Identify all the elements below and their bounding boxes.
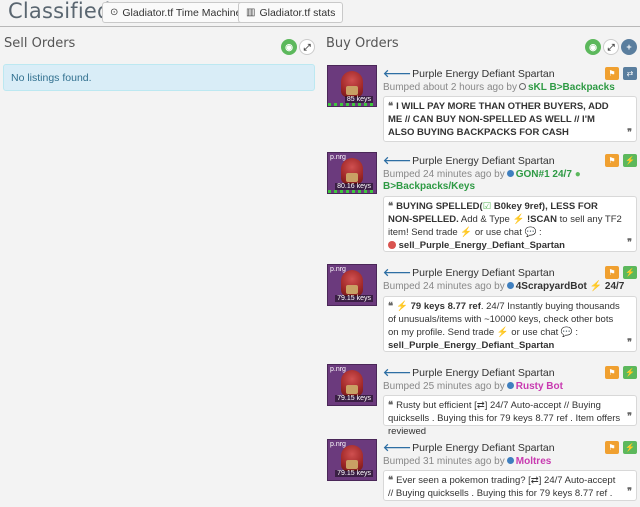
item-price: 79.15 keys (335, 470, 373, 477)
bump-info: Bumped 24 minutes ago by 4ScrapyardBot ⚡ … (383, 281, 625, 292)
eye-icon[interactable]: ◉ (281, 39, 297, 55)
listing-comment: ❝ ⚡ 79 keys 8.77 ref. 24/7 Instantly buyi… (383, 296, 637, 352)
buy-orders-title: Buy Orders (326, 36, 399, 51)
report-flag-icon[interactable]: ⚑ (605, 441, 619, 454)
spell-indicator (328, 190, 376, 193)
arrow-left-icon: 🡐 (383, 155, 412, 167)
status-icon (506, 457, 514, 464)
listing-comment: ❝ Rusty but efficient [⇄] 24/7 Auto-accep… (383, 395, 637, 437)
sell-orders-title: Sell Orders (4, 36, 76, 51)
stats-label: Gladiator.tf stats (259, 6, 336, 19)
status-icon (518, 83, 526, 90)
spartan-helmet-image (341, 158, 363, 184)
item-price: 79.15 keys (335, 295, 373, 302)
listing-item: p.nrg 79.15 keys 🡐Purple Energy Defiant … (327, 364, 637, 437)
item-price: 85 keys (344, 96, 373, 103)
listing-item: 85 keys 🡐Purple Energy Defiant Spartan B… (327, 65, 637, 145)
listing-comment: ❝ Ever seen a pokemon trading? [⇄] 24/7 A… (383, 470, 637, 501)
user-link[interactable]: 4ScrapyardBot (516, 281, 587, 292)
time-machine-label: Gladiator.tf Time Machine (122, 6, 242, 19)
item-thumbnail[interactable]: p.nrg 79.15 keys (327, 364, 377, 406)
bump-info: Bumped about 2 hours ago by sKL B>Backpac… (383, 82, 615, 93)
header-bar: Classifieds ⊙ Gladiator.tf Time Machine … (0, 0, 640, 27)
listing-item: p.nrg 80.16 keys 🡐Purple Energy Defiant … (327, 152, 637, 256)
report-flag-icon[interactable]: ⚑ (605, 366, 619, 379)
arrow-left-icon: 🡐 (383, 267, 412, 279)
item-thumbnail[interactable]: p.nrg 80.16 keys (327, 152, 377, 194)
lightning-icon[interactable]: ⚡ (623, 154, 637, 167)
spartan-helmet-image (341, 370, 363, 396)
stats-button[interactable]: ▥ Gladiator.tf stats (238, 2, 344, 23)
globe-icon: ● (574, 169, 581, 180)
listing-item: p.nrg 79.15 keys 🡐Purple Energy Defiant … (327, 439, 637, 505)
listing-comment: ❝ BUYING SPELLED(☑ B0key 9ref), LESS FOR … (383, 196, 637, 252)
bump-info: Bumped 25 minutes ago by Rusty Bot (383, 381, 563, 392)
item-price: 80.16 keys (335, 183, 373, 190)
red-dot-icon (388, 241, 396, 249)
user-link-line2[interactable]: B>Backpacks/Keys (383, 181, 475, 192)
listing-comment: ❝ I WILL PAY MORE THAN OTHER BUYERS, ADD … (383, 96, 637, 142)
spartan-helmet-image (341, 71, 363, 97)
item-thumbnail[interactable]: p.nrg 79.15 keys (327, 264, 377, 306)
item-name[interactable]: 🡐Purple Energy Defiant Spartan (383, 441, 555, 454)
item-name[interactable]: 🡐Purple Energy Defiant Spartan (383, 366, 555, 379)
item-thumbnail[interactable]: p.nrg 79.15 keys (327, 439, 377, 481)
user-link[interactable]: GON#1 24/7 (516, 169, 572, 180)
plus-icon[interactable]: + (621, 39, 637, 55)
item-thumbnail[interactable]: 85 keys (327, 65, 377, 107)
user-link[interactable]: Rusty Bot (516, 381, 563, 392)
report-flag-icon[interactable]: ⚑ (605, 154, 619, 167)
spartan-helmet-image (341, 270, 363, 296)
spartan-helmet-image (341, 445, 363, 471)
user-link[interactable]: sKL B>Backpacks (528, 82, 615, 93)
report-flag-icon[interactable]: ⚑ (605, 67, 619, 80)
time-machine-button[interactable]: ⊙ Gladiator.tf Time Machine (102, 2, 250, 23)
clock-icon: ⊙ (110, 7, 119, 18)
bar-chart-icon: ▥ (246, 7, 256, 18)
spell-indicator (328, 103, 376, 106)
expand-icon[interactable]: ⤢ (299, 39, 315, 55)
status-icon (506, 382, 514, 389)
lightning-icon[interactable]: ⚡ (623, 441, 637, 454)
user-link[interactable]: Moltres (516, 456, 552, 467)
item-name[interactable]: 🡐Purple Energy Defiant Spartan (383, 266, 555, 279)
lightning-icon[interactable]: ⚡ (623, 266, 637, 279)
item-price: 79.15 keys (335, 395, 373, 402)
expand-icon[interactable]: ⤢ (603, 39, 619, 55)
lightning-icon[interactable]: ⚡ (623, 366, 637, 379)
eye-icon[interactable]: ◉ (585, 39, 601, 55)
report-flag-icon[interactable]: ⚑ (605, 266, 619, 279)
item-name[interactable]: 🡐Purple Energy Defiant Spartan (383, 67, 555, 80)
bump-info: Bumped 24 minutes ago by GON#1 24/7 ● (383, 169, 581, 180)
status-icon (506, 282, 514, 289)
arrow-left-icon: 🡐 (383, 442, 412, 454)
no-listings-message: No listings found. (3, 64, 315, 91)
trade-swap-icon[interactable]: ⇄ (623, 67, 637, 80)
status-icon (506, 170, 514, 177)
arrow-left-icon: 🡐 (383, 68, 412, 80)
bump-info: Bumped 31 minutes ago by Moltres (383, 456, 552, 467)
listing-item: p.nrg 79.15 keys 🡐Purple Energy Defiant … (327, 264, 637, 356)
arrow-left-icon: 🡐 (383, 367, 412, 379)
item-name[interactable]: 🡐Purple Energy Defiant Spartan (383, 154, 555, 167)
